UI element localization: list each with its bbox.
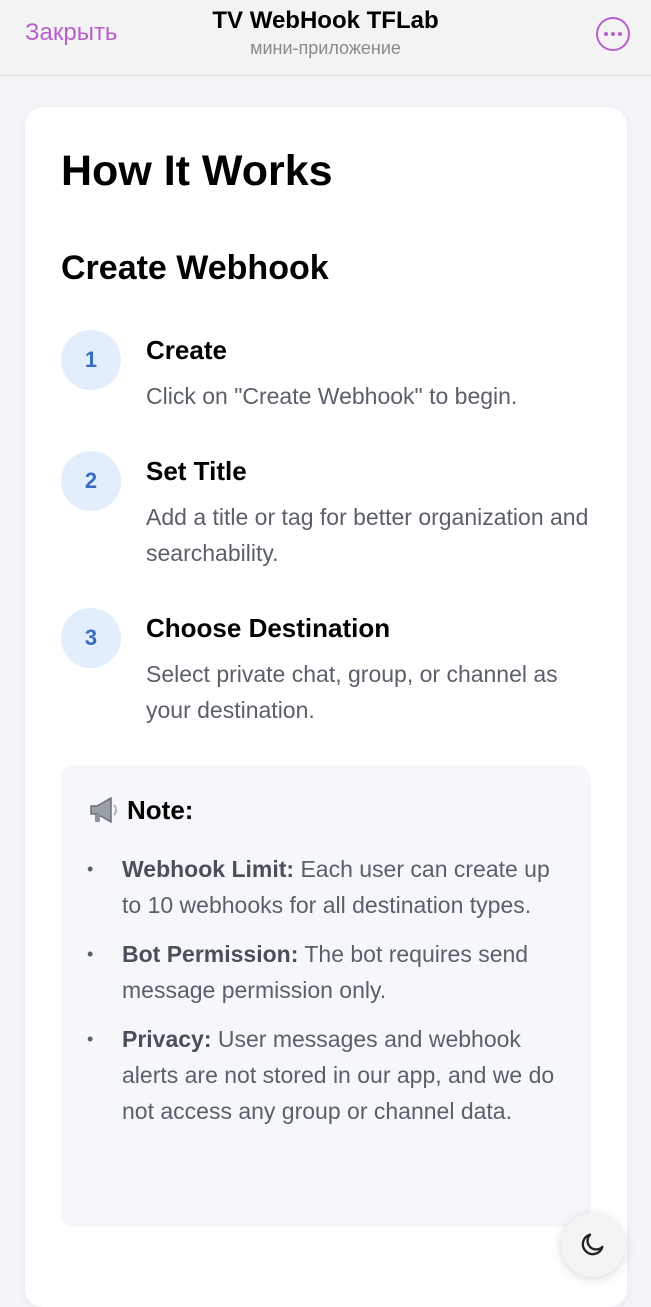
close-button[interactable]: Закрыть <box>25 18 117 48</box>
app-subtitle: мини-приложение <box>250 38 401 58</box>
note-item-label: Privacy: <box>122 1026 212 1052</box>
how-it-works-card: How It Works Create Webhook 1 Create Cli… <box>25 107 627 1307</box>
header-title-block: TV WebHook TFLab мини-приложение <box>150 6 501 60</box>
step-number-badge: 3 <box>61 608 121 668</box>
note-heading: Note: <box>87 793 193 827</box>
bullet-icon: • <box>87 859 94 879</box>
megaphone-icon <box>87 795 121 825</box>
page-title: How It Works <box>61 147 333 195</box>
list-item: • Bot Permission: The bot requires send … <box>87 936 567 1008</box>
step-description: Select private chat, group, or channel a… <box>146 661 558 723</box>
bullet-icon: • <box>87 1029 94 1049</box>
note-title: Note: <box>127 795 194 825</box>
list-item: • Privacy: User messages and webhook ale… <box>87 1021 567 1129</box>
step-number-badge: 1 <box>61 330 121 390</box>
step-description: Add a title or tag for better organizati… <box>146 504 589 566</box>
note-item-label: Bot Permission: <box>122 941 299 967</box>
theme-toggle-button[interactable] <box>561 1213 625 1277</box>
step-number-badge: 2 <box>61 451 121 511</box>
note-item-label: Webhook Limit: <box>122 856 295 882</box>
section-title: Create Webhook <box>61 249 329 287</box>
more-options-button[interactable] <box>596 17 630 51</box>
step-title: Set Title <box>146 456 247 486</box>
bullet-icon: • <box>87 944 94 964</box>
app-title: TV WebHook TFLab <box>212 7 439 34</box>
list-item: • Webhook Limit: Each user can create up… <box>87 851 567 923</box>
moon-icon <box>579 1230 607 1261</box>
ellipsis-icon-dot <box>611 32 615 36</box>
note-box: Note: • Webhook Limit: Each user can cre… <box>61 765 591 1227</box>
step-title: Choose Destination <box>146 613 391 643</box>
note-list: • Webhook Limit: Each user can create up… <box>87 851 567 1142</box>
ellipsis-icon <box>604 32 608 36</box>
top-bar: Закрыть TV WebHook TFLab мини-приложение <box>0 0 651 76</box>
step-description: Click on "Create Webhook" to begin. <box>146 383 518 409</box>
step-title: Create <box>146 335 227 365</box>
ellipsis-icon-dot <box>618 32 622 36</box>
